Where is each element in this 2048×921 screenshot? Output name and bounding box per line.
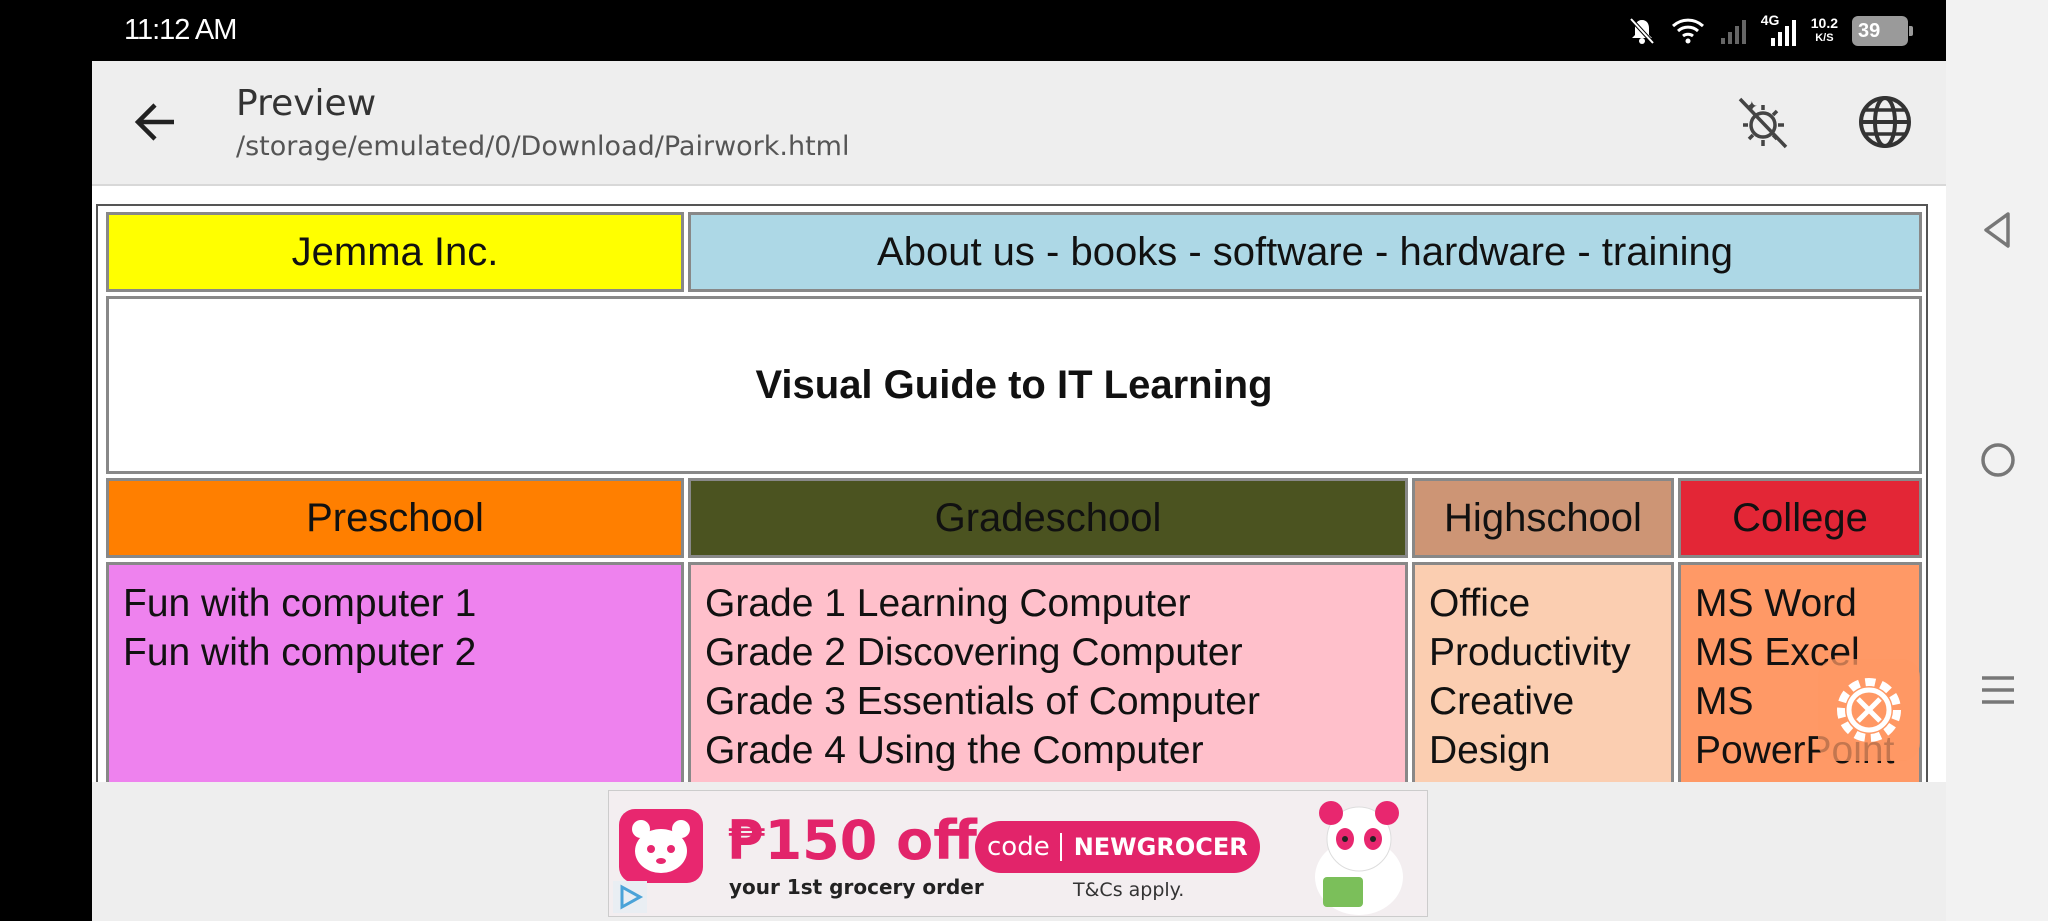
ad-subline: your 1st grocery order — [729, 875, 984, 899]
layout-table: Jemma Inc. About us - books - software -… — [96, 204, 1928, 782]
heading-cell: Visual Guide to IT Learning — [106, 296, 1922, 474]
preview-app: Preview /storage/emulated/0/Download/Pai… — [92, 61, 1946, 921]
settings-tools-button[interactable] — [1818, 659, 1920, 761]
nav-links: About us - books - software - hardware -… — [877, 229, 1733, 274]
highschool-body: Office Productivity Creative Design — [1412, 562, 1674, 782]
list-item: Productivity — [1429, 631, 1631, 674]
gradeschool-header-label: Gradeschool — [934, 495, 1162, 540]
system-nav-bar — [1946, 0, 2048, 921]
panda-mascot-icon — [1315, 801, 1403, 915]
home-circle-icon[interactable] — [1978, 440, 2018, 480]
back-arrow-icon[interactable] — [130, 97, 180, 147]
list-item: Fun with computer 1 — [123, 582, 477, 625]
promo-code-pill: code NEWGROCER — [975, 821, 1260, 873]
network-speed: 10.2 K/S — [1811, 16, 1838, 46]
ad-choices-icon[interactable] — [613, 881, 647, 913]
ad-terms: T&Cs apply. — [1073, 879, 1185, 901]
html-webview[interactable]: Jemma Inc. About us - books - software -… — [92, 186, 1946, 782]
page-heading: Visual Guide to IT Learning — [755, 362, 1273, 407]
svg-text:✦: ✦ — [1746, 99, 1758, 115]
preschool-header-label: Preschool — [306, 495, 484, 540]
list-item: Fun with computer 2 — [123, 631, 477, 674]
highschool-header-label: Highschool — [1444, 495, 1642, 540]
company-name: Jemma Inc. — [291, 229, 499, 274]
promo-code: NEWGROCER — [1059, 833, 1248, 861]
foodpanda-logo-icon — [619, 809, 703, 883]
list-item: Grade 4 Using the Computer — [705, 729, 1204, 772]
preschool-body: Fun with computer 1 Fun with computer 2 — [106, 562, 684, 782]
mute-bell-icon — [1629, 17, 1655, 45]
wifi-icon — [1671, 18, 1704, 44]
signal-weak-icon — [1720, 20, 1746, 44]
nav-links-cell: About us - books - software - hardware -… — [688, 212, 1922, 292]
ad-headline: ₱150 off — [727, 809, 977, 872]
menu-lines-icon[interactable] — [1978, 670, 2018, 710]
ad-bar: ₱150 off your 1st grocery order code NEW… — [92, 782, 1946, 921]
speed-value: 10.2 — [1810, 15, 1838, 31]
speed-unit: K/S — [1815, 32, 1834, 44]
signal-4g-icon: 4G — [1761, 12, 1797, 48]
highschool-header: Highschool — [1412, 478, 1674, 558]
app-toolbar: Preview /storage/emulated/0/Download/Pai… — [92, 61, 1946, 186]
status-bar: 11:12 AM 4G 10.2 K/S 39 — [92, 0, 1946, 61]
list-item: Office — [1429, 582, 1531, 625]
list-item: MS Word — [1695, 582, 1857, 625]
preschool-header: Preschool — [106, 478, 684, 558]
college-header-label: College — [1732, 495, 1868, 540]
gradeschool-body: Grade 1 Learning Computer Grade 2 Discov… — [688, 562, 1408, 782]
back-triangle-icon[interactable] — [1978, 210, 2018, 250]
list-item: Creative — [1429, 680, 1575, 723]
file-path: /storage/emulated/0/Download/Pairwork.ht… — [236, 131, 850, 162]
globe-icon[interactable] — [1854, 91, 1916, 153]
gradeschool-header: Gradeschool — [688, 478, 1408, 558]
list-item: Design — [1429, 729, 1551, 772]
status-time: 11:12 AM — [124, 14, 237, 46]
list-item: Grade 3 Essentials of Computer — [705, 680, 1260, 723]
list-item: Grade 1 Learning Computer — [705, 582, 1191, 625]
battery-level: 39 — [1858, 19, 1881, 42]
battery-indicator: 39 — [1852, 16, 1913, 46]
gear-tools-icon — [1837, 678, 1901, 742]
night-mode-icon[interactable]: ✦ — [1732, 91, 1794, 153]
college-header: College — [1678, 478, 1922, 558]
left-black-border — [0, 0, 92, 921]
list-item: Grade 2 Discovering Computer — [705, 631, 1243, 674]
ad-banner[interactable]: ₱150 off your 1st grocery order code NEW… — [608, 790, 1428, 917]
code-label: code — [987, 832, 1050, 862]
company-cell: Jemma Inc. — [106, 212, 684, 292]
page-title: Preview — [236, 83, 377, 124]
status-icons: 4G 10.2 K/S 39 — [1627, 12, 1913, 50]
